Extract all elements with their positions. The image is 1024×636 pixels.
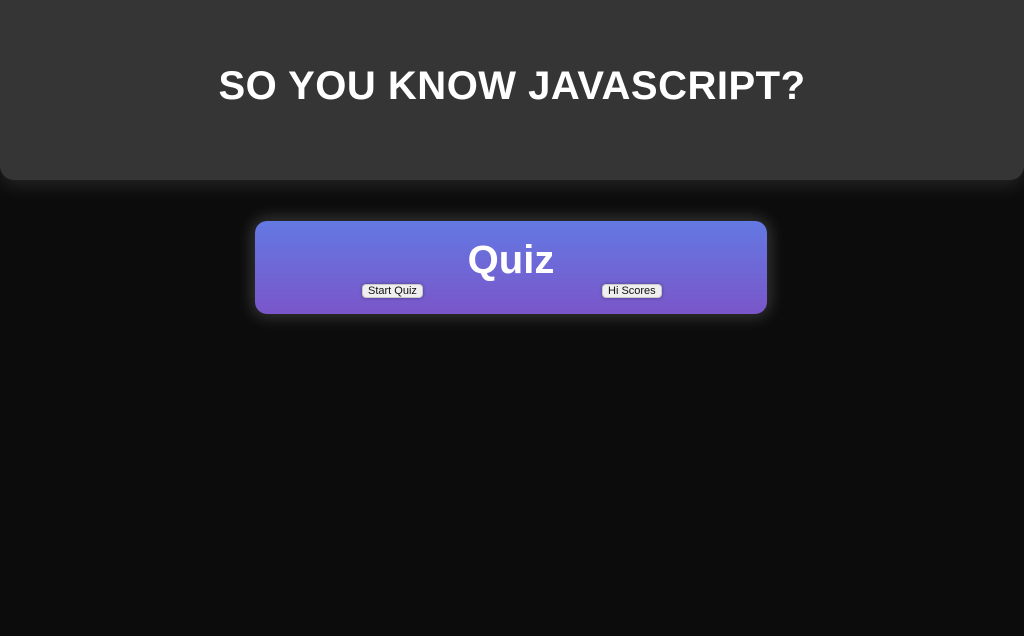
quiz-title: Quiz — [467, 238, 555, 282]
start-quiz-button[interactable]: Start Quiz — [362, 284, 423, 298]
quiz-card: Quiz Start Quiz Hi Scores — [255, 221, 767, 314]
page-title: SO YOU KNOW JAVASCRIPT? — [218, 63, 806, 108]
hi-scores-button[interactable]: Hi Scores — [602, 284, 662, 298]
header-bar: SO YOU KNOW JAVASCRIPT? — [0, 0, 1024, 180]
